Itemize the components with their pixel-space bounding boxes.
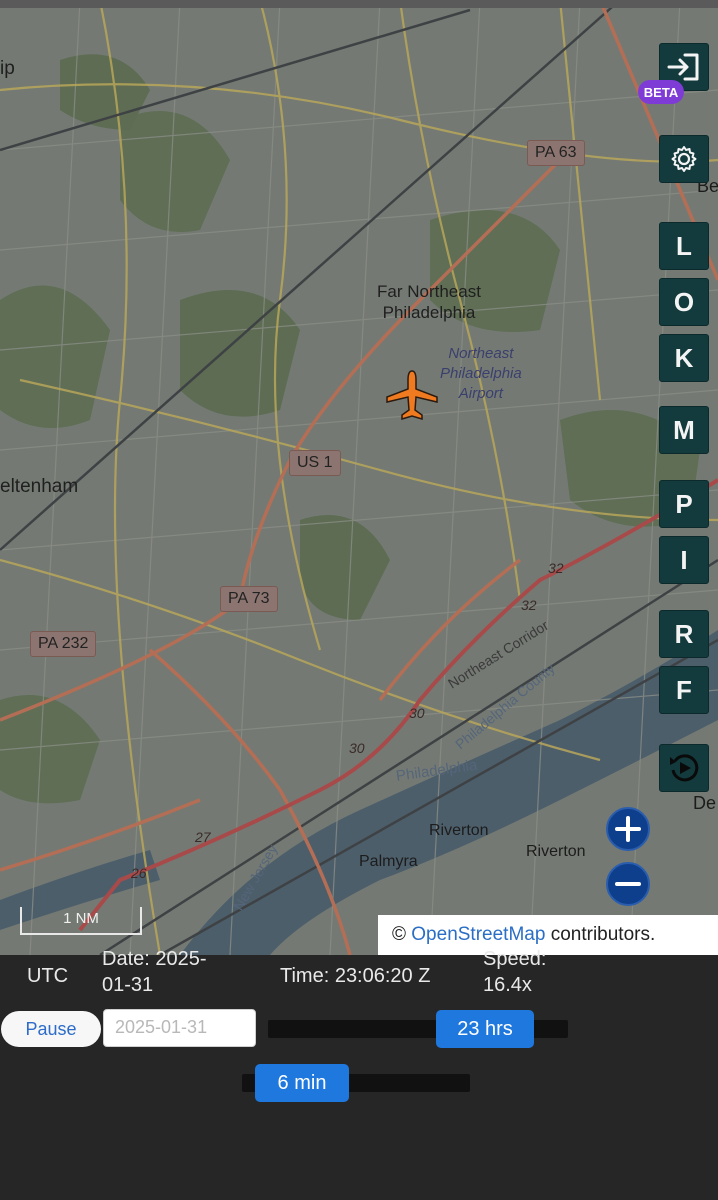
plus-icon (615, 816, 641, 842)
place-palmyra: Palmyra (359, 853, 418, 870)
minutes-slider-thumb[interactable]: 6 min (255, 1064, 349, 1102)
layer-button-l[interactable]: L (659, 222, 709, 270)
place-partial-top-left: ip (0, 58, 15, 79)
top-status-strip (0, 0, 718, 8)
minus-icon (615, 882, 641, 886)
speed-readout: Speed: 16.4x (483, 948, 547, 996)
place-far-northeast-philadelphia: Far Northeast Philadelphia (377, 282, 481, 322)
attribution-contributors: contributors. (545, 924, 656, 945)
route-shield-pa-73: PA 73 (220, 586, 278, 612)
place-riverton-1: Riverton (429, 822, 489, 839)
replay-icon (670, 754, 699, 782)
route-number-30b: 30 (349, 740, 365, 756)
zoom-out-button[interactable] (606, 862, 650, 906)
route-shield-pa-63: PA 63 (527, 140, 585, 166)
layer-button-f[interactable]: F (659, 666, 709, 714)
gear-icon (671, 146, 697, 172)
beta-badge: BETA (638, 80, 684, 104)
replay-button[interactable] (659, 744, 709, 792)
map-view[interactable]: Far Northeast Philadelphia Northeast Phi… (0, 0, 718, 955)
place-partial-right-bottom: De (693, 793, 717, 813)
pause-button[interactable]: Pause (1, 1011, 101, 1047)
route-shield-pa-232: PA 232 (30, 631, 97, 657)
map-tiles (0, 0, 718, 955)
route-shield-us-1: US 1 (289, 450, 341, 476)
aircraft-icon[interactable] (384, 368, 440, 422)
copyright-symbol: © (392, 924, 406, 945)
place-northeast-philadelphia-airport: Northeast Philadelphia Airport (440, 345, 522, 402)
exit-icon (667, 53, 699, 81)
route-number-26: 26 (131, 865, 147, 881)
route-number-27: 27 (195, 829, 211, 845)
layer-button-p[interactable]: P (659, 480, 709, 528)
zoom-in-button[interactable] (606, 807, 650, 851)
hours-slider-thumb[interactable]: 23 hrs (436, 1010, 534, 1048)
layer-button-k[interactable]: K (659, 334, 709, 382)
scale-bar: 1 NM (20, 907, 142, 935)
route-number-30a: 30 (409, 705, 425, 721)
date-input[interactable]: 2025-01-31 (103, 1009, 256, 1047)
map-attribution: © OpenStreetMap contributors. (378, 915, 718, 955)
route-number-32a: 32 (548, 560, 564, 576)
layer-button-r[interactable]: R (659, 610, 709, 658)
time-readout: Time: 23:06:20 Z (280, 965, 431, 987)
layer-button-o[interactable]: O (659, 278, 709, 326)
timezone-label: UTC (27, 965, 69, 987)
settings-button[interactable] (659, 135, 709, 183)
date-readout: Date: 2025- 01-31 (102, 948, 207, 996)
openstreetmap-link[interactable]: OpenStreetMap (411, 924, 545, 945)
playback-panel: UTC Date: 2025- 01-31 Time: 23:06:20 Z S… (0, 948, 718, 1200)
layer-button-i[interactable]: I (659, 536, 709, 584)
route-number-32b: 32 (521, 597, 537, 613)
layer-button-m[interactable]: M (659, 406, 709, 454)
place-riverton-2: Riverton (526, 843, 586, 860)
place-cheltenham: eltenham (0, 476, 79, 497)
